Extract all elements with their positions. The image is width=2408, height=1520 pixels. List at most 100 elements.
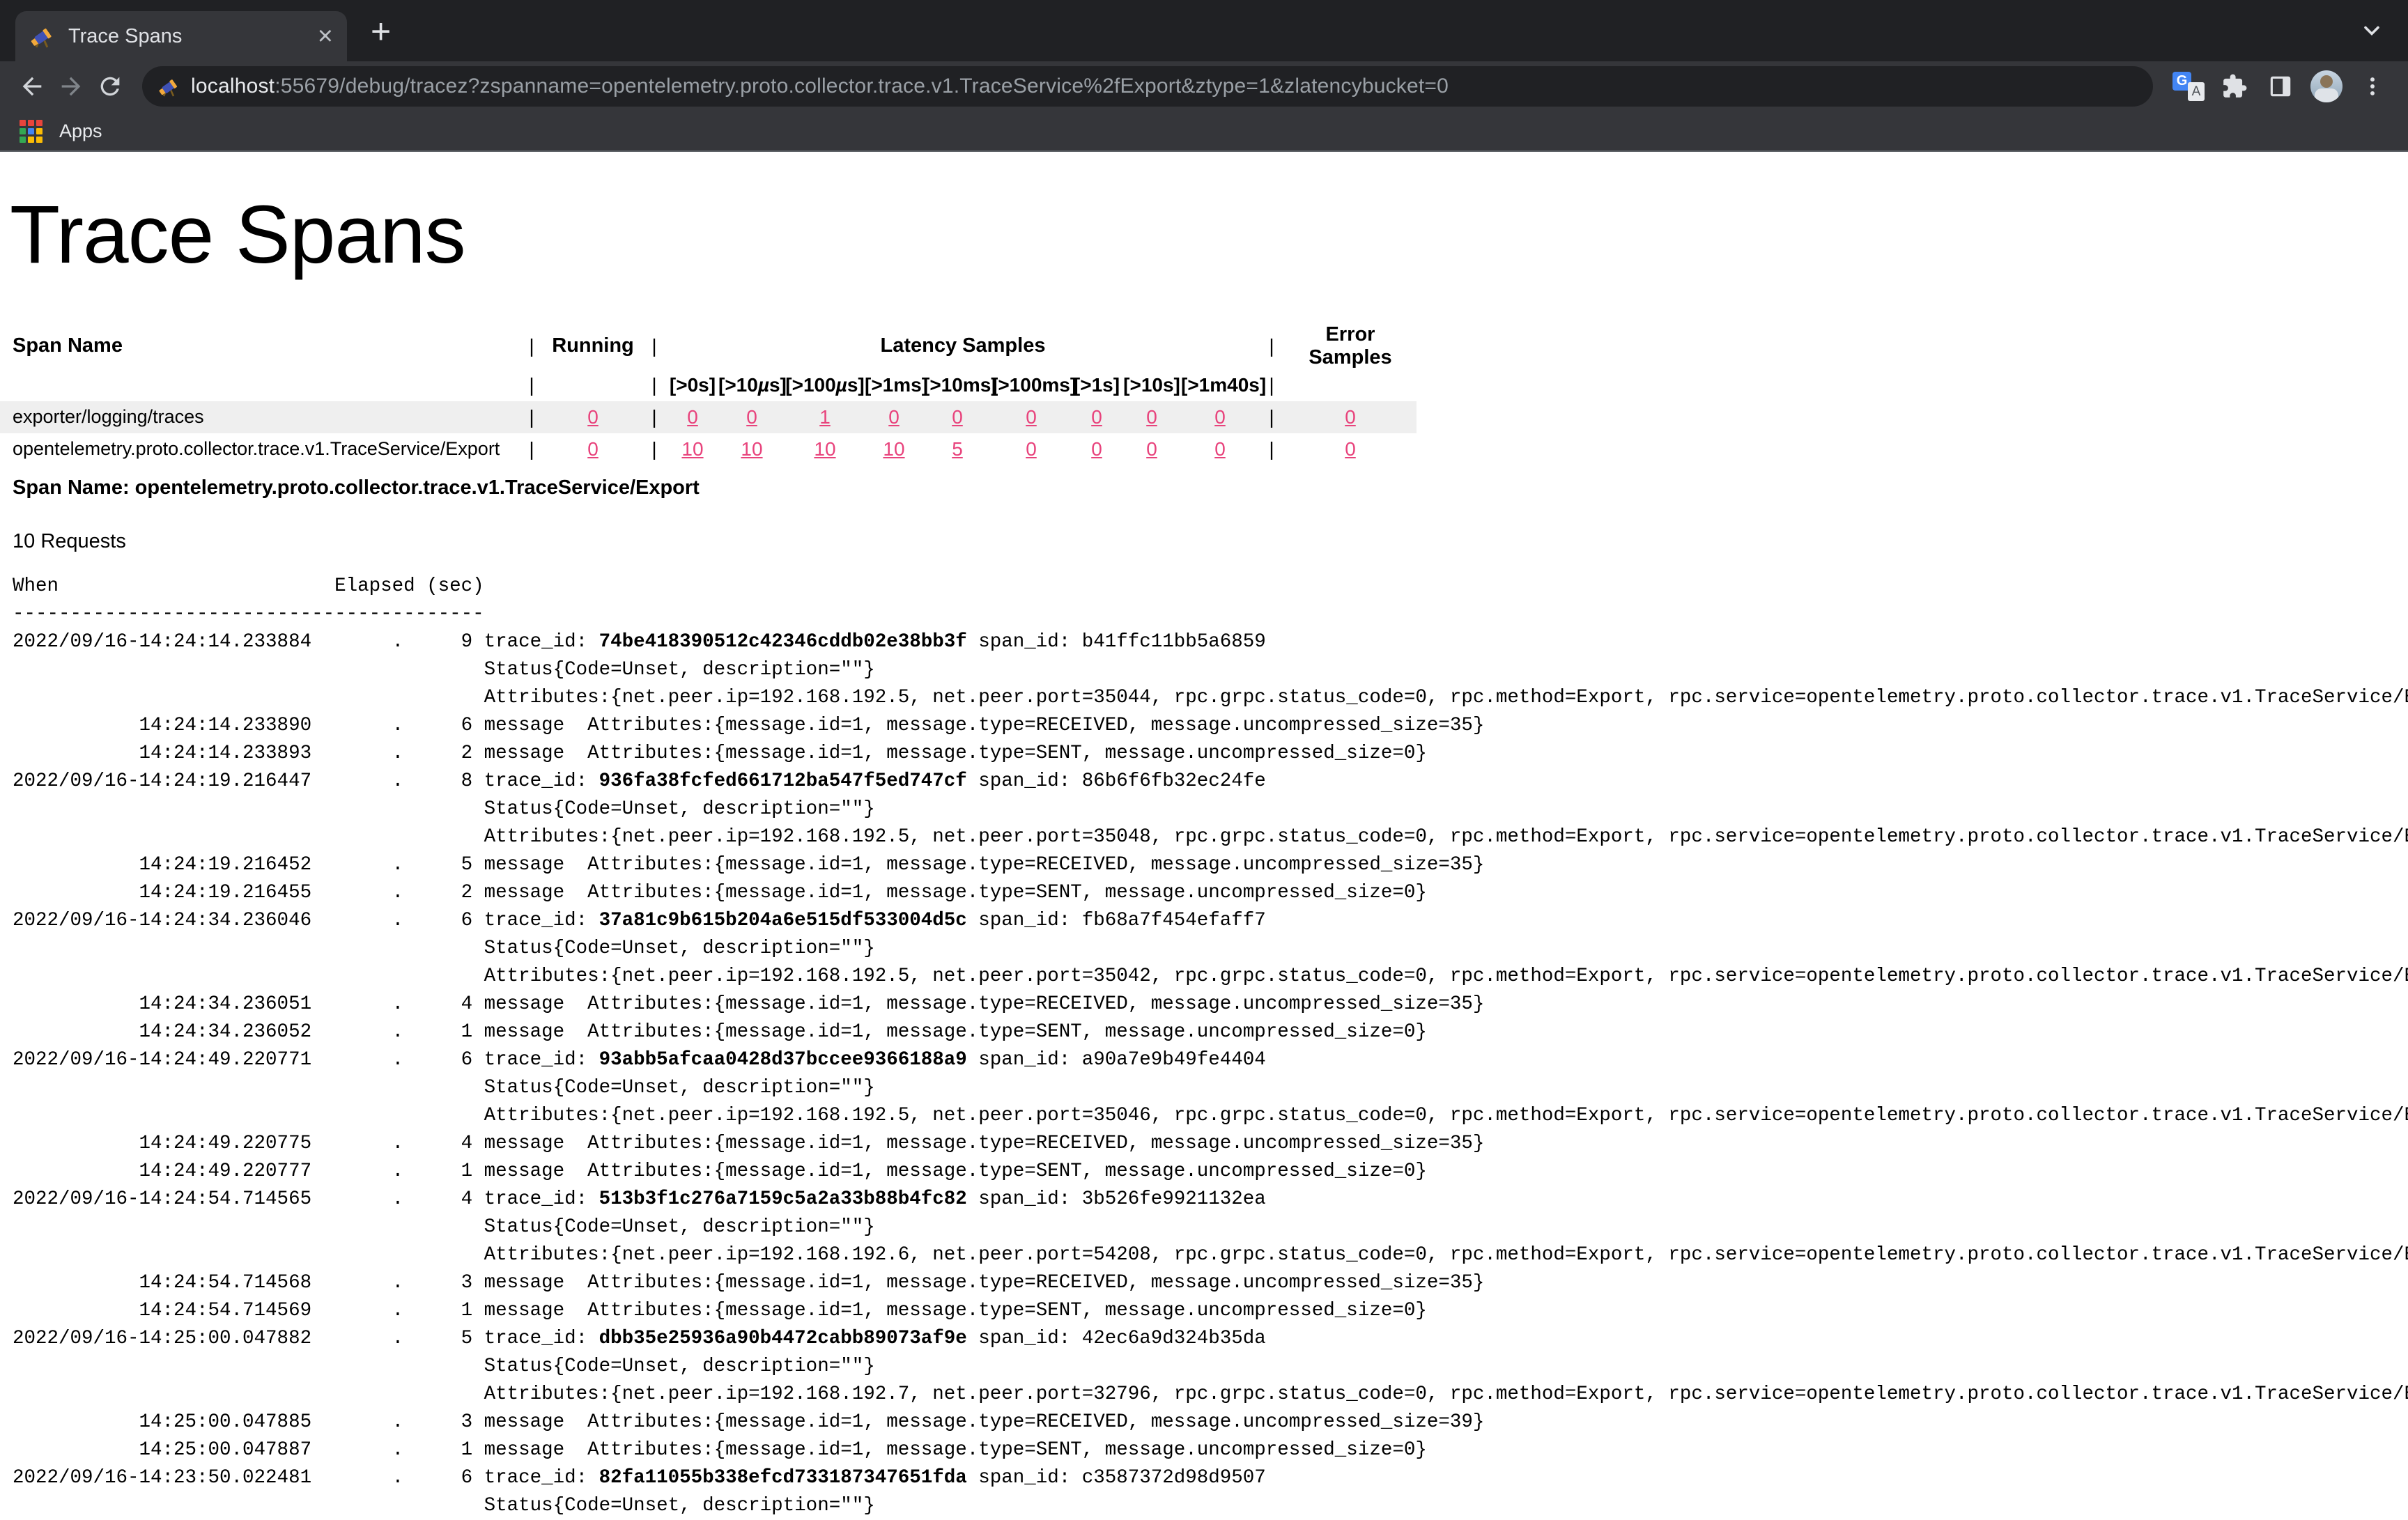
log-line: 2022/09/16-14:24:34.236046 . 6 trace_id:… bbox=[13, 907, 2408, 935]
latency-sample-link[interactable]: 0 bbox=[746, 406, 757, 428]
apps-grid-square bbox=[36, 128, 43, 134]
requests-count: 10 Requests bbox=[13, 530, 2408, 553]
log-line: Status{Code=Unset, description=""} bbox=[13, 1492, 2408, 1520]
latency-sample-link[interactable]: 1 bbox=[819, 406, 831, 428]
log-line: 14:24:49.220775 . 4 message Attributes:{… bbox=[13, 1130, 2408, 1158]
tracez-row: opentelemetry.proto.collector.trace.v1.T… bbox=[0, 433, 1417, 465]
log-line: 14:24:19.216452 . 5 message Attributes:{… bbox=[13, 851, 2408, 879]
latency-bucket-label: [>1s] bbox=[1071, 369, 1122, 401]
log-text: 14:24:14.233893 . 2 message Attributes:{… bbox=[13, 743, 1427, 764]
log-text: Attributes:{net.peer.ip=192.168.192.7, n… bbox=[13, 1383, 2408, 1405]
log-text: 2022/09/16-14:24:54.714565 . 4 trace_id: bbox=[13, 1188, 599, 1210]
url-text: localhost:55679/debug/tracez?zspanname=o… bbox=[191, 75, 1449, 98]
latency-sample-link[interactable]: 0 bbox=[1146, 406, 1157, 428]
latency-sample-link[interactable]: 0 bbox=[1091, 438, 1102, 460]
browser-tab[interactable]: Trace Spans × bbox=[15, 11, 347, 61]
translate-icon[interactable]: GA bbox=[2172, 70, 2205, 103]
reload-icon[interactable] bbox=[91, 67, 130, 106]
log-line: Attributes:{net.peer.ip=192.168.192.6, n… bbox=[13, 1241, 2408, 1269]
spacer bbox=[1284, 369, 1417, 401]
log-text: Status{Code=Unset, description=""} bbox=[13, 798, 875, 820]
pipe-separator: | bbox=[519, 323, 544, 369]
log-text: Status{Code=Unset, description=""} bbox=[13, 659, 875, 681]
trace-id-value: 513b3f1c276a7159c5a2a33b88b4fc82 bbox=[599, 1188, 967, 1210]
latency-sample-link[interactable]: 0 bbox=[1214, 406, 1226, 428]
latency-bucket-label: [>10µs] bbox=[718, 369, 785, 401]
latency-bucket-label: [>100ms] bbox=[991, 369, 1071, 401]
selected-span-name: Span Name: opentelemetry.proto.collector… bbox=[13, 476, 2408, 499]
bookmark-apps[interactable]: Apps bbox=[59, 121, 102, 142]
log-text: span_id: 86b6f6fb32ec24fe bbox=[967, 770, 1266, 792]
latency-sample-link-cell: 10 bbox=[785, 433, 865, 465]
log-line: 14:24:14.233893 . 2 message Attributes:{… bbox=[13, 740, 2408, 768]
latency-sample-link[interactable]: 0 bbox=[1026, 438, 1037, 460]
avatar-image bbox=[2310, 70, 2343, 102]
tab-search-chevron-icon[interactable] bbox=[2359, 18, 2384, 43]
url-host: localhost bbox=[191, 75, 275, 98]
latency-sample-link[interactable]: 5 bbox=[952, 438, 963, 460]
log-line: 14:24:49.220777 . 1 message Attributes:{… bbox=[13, 1158, 2408, 1186]
latency-sample-link[interactable]: 0 bbox=[1091, 406, 1102, 428]
back-icon[interactable] bbox=[13, 67, 52, 106]
log-text: span_id: b41ffc11bb5a6859 bbox=[967, 631, 1266, 653]
pipe-separator: | bbox=[642, 401, 667, 433]
log-text: 2022/09/16-14:23:50.022481 . 6 trace_id: bbox=[13, 1467, 599, 1489]
tracez-row: exporter/logging/traces|0|001000000|0 bbox=[0, 401, 1417, 433]
spacer bbox=[0, 369, 519, 401]
log-line: Status{Code=Unset, description=""} bbox=[13, 796, 2408, 823]
log-text: span_id: a90a7e9b49fe4404 bbox=[967, 1049, 1266, 1071]
error-count-link[interactable]: 0 bbox=[1345, 406, 1356, 428]
latency-bucket-label: [>100µs] bbox=[785, 369, 865, 401]
running-count-link[interactable]: 0 bbox=[587, 406, 599, 428]
page-title: Trace Spans bbox=[10, 192, 2408, 279]
log-line: 14:24:34.236051 . 4 message Attributes:{… bbox=[13, 991, 2408, 1018]
log-text: span_id: c3587372d98d9507 bbox=[967, 1467, 1266, 1489]
latency-sample-link[interactable]: 0 bbox=[1026, 406, 1037, 428]
log-line: 14:24:34.236052 . 1 message Attributes:{… bbox=[13, 1018, 2408, 1046]
log-text: 2022/09/16-14:24:49.220771 . 6 trace_id: bbox=[13, 1049, 599, 1071]
tab-close-icon[interactable]: × bbox=[318, 23, 333, 49]
log-line: 14:25:00.047887 . 1 message Attributes:{… bbox=[13, 1436, 2408, 1464]
url-path: :55679/debug/tracez?zspanname=openteleme… bbox=[275, 75, 1449, 98]
apps-grid-square bbox=[28, 128, 34, 134]
log-text: When Elapsed (sec) bbox=[13, 575, 484, 597]
latency-sample-link[interactable]: 0 bbox=[1146, 438, 1157, 460]
latency-sample-link[interactable]: 10 bbox=[814, 438, 835, 460]
side-panel-icon[interactable] bbox=[2264, 70, 2297, 103]
log-line: 14:24:14.233890 . 6 message Attributes:{… bbox=[13, 712, 2408, 740]
log-text: 14:25:00.047887 . 1 message Attributes:{… bbox=[13, 1439, 1427, 1461]
latency-bucket-label: [>10ms] bbox=[923, 369, 991, 401]
latency-buckets-row: ||[>0s][>10µs][>100µs][>1ms][>10ms][>100… bbox=[0, 369, 1417, 401]
running-count-link[interactable]: 0 bbox=[587, 438, 599, 460]
latency-sample-link[interactable]: 10 bbox=[883, 438, 904, 460]
running-count-link-cell: 0 bbox=[544, 401, 642, 433]
new-tab-button[interactable]: + bbox=[371, 11, 391, 52]
url-bar[interactable]: localhost:55679/debug/tracez?zspanname=o… bbox=[142, 66, 2153, 107]
extensions-puzzle-icon[interactable] bbox=[2218, 70, 2251, 103]
apps-grid-square bbox=[28, 120, 34, 126]
error-count-link[interactable]: 0 bbox=[1345, 438, 1356, 460]
log-text: Attributes:{net.peer.ip=192.168.192.5, n… bbox=[13, 965, 2408, 987]
log-line: 2022/09/16-14:23:50.022481 . 6 trace_id:… bbox=[13, 1464, 2408, 1492]
apps-grid-square bbox=[36, 120, 43, 126]
latency-sample-link-cell: 0 bbox=[865, 401, 923, 433]
latency-sample-link[interactable]: 0 bbox=[1214, 438, 1226, 460]
latency-sample-link[interactable]: 0 bbox=[888, 406, 900, 428]
latency-sample-link[interactable]: 10 bbox=[741, 438, 762, 460]
latency-sample-link-cell: 0 bbox=[1181, 401, 1259, 433]
browser-menu-kebab-icon[interactable] bbox=[2356, 70, 2389, 103]
latency-sample-link[interactable]: 10 bbox=[681, 438, 703, 460]
profile-avatar[interactable] bbox=[2310, 70, 2343, 103]
log-text: 14:24:49.220775 . 4 message Attributes:{… bbox=[13, 1133, 1484, 1154]
log-line: Status{Code=Unset, description=""} bbox=[13, 1213, 2408, 1241]
log-text: span_id: 42ec6a9d324b35da bbox=[967, 1328, 1266, 1349]
tab-strip: Trace Spans × + bbox=[0, 0, 2408, 61]
log-text: 2022/09/16-14:24:14.233884 . 9 trace_id: bbox=[13, 631, 599, 653]
latency-sample-link[interactable]: 0 bbox=[952, 406, 963, 428]
log-text: Status{Code=Unset, description=""} bbox=[13, 1495, 875, 1517]
forward-icon[interactable] bbox=[52, 67, 91, 106]
apps-grid-square bbox=[36, 137, 43, 143]
log-text: 2022/09/16-14:25:00.047882 . 5 trace_id: bbox=[13, 1328, 599, 1349]
latency-sample-link[interactable]: 0 bbox=[687, 406, 698, 428]
log-text: 14:24:49.220777 . 1 message Attributes:{… bbox=[13, 1161, 1427, 1182]
